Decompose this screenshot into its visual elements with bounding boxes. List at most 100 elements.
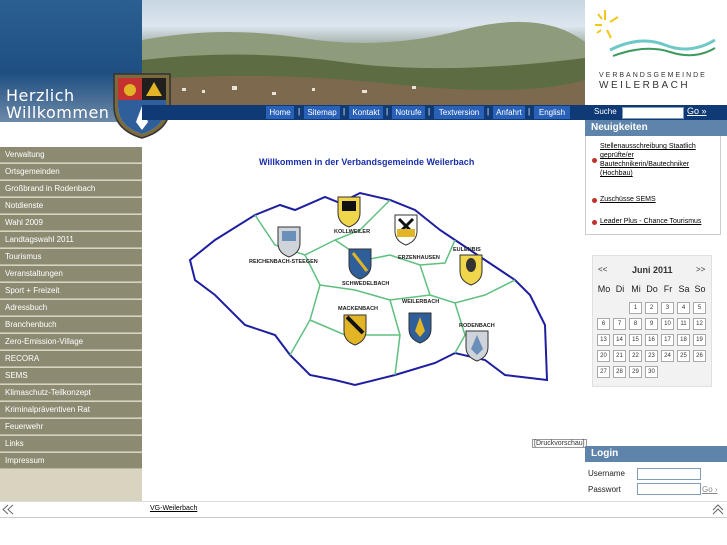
greeting-line2: Willkommen	[6, 103, 110, 122]
calendar-day[interactable]: 29	[629, 366, 642, 378]
calendar-day[interactable]: 24	[661, 350, 674, 362]
calendar-day[interactable]: 23	[645, 350, 658, 362]
nav-separator: |	[298, 107, 301, 116]
calendar-day[interactable]: 4	[677, 302, 690, 314]
login-title: Login	[585, 446, 727, 462]
bottom-bar: VG-Weilerbach	[0, 501, 727, 518]
nav-separator: |	[428, 107, 431, 116]
calendar-day[interactable]: 1	[629, 302, 642, 314]
calendar-day[interactable]: 2	[645, 302, 658, 314]
search-input[interactable]	[622, 107, 684, 119]
crest-weilerbach-icon	[408, 312, 432, 344]
sidebar-item-sems[interactable]: SEMS	[0, 368, 142, 384]
nav-separator: |	[386, 107, 389, 116]
calendar-day[interactable]: 11	[677, 318, 690, 330]
logo-text-line2: WEILERBACH	[599, 80, 691, 91]
calendar-day[interactable]: 10	[661, 318, 674, 330]
calendar-weekday: Do	[646, 284, 658, 294]
calendar-next-button[interactable]: >>	[696, 265, 705, 274]
sidebar-item-notdienste[interactable]: Notdienste	[0, 198, 142, 214]
sidebar-item-klimaschutz[interactable]: Klimaschutz-Teilkonzept	[0, 385, 142, 401]
calendar-day[interactable]: 9	[645, 318, 658, 330]
calendar-day[interactable]: 25	[677, 350, 690, 362]
news-box: Stellenausschreibung Staatlich geprüfte/…	[585, 136, 721, 235]
sidebar-item-wahl-2009[interactable]: Wahl 2009	[0, 215, 142, 231]
sidebar-item-recora[interactable]: RECORA	[0, 351, 142, 367]
nav-separator: |	[343, 107, 346, 116]
calendar-day[interactable]: 19	[693, 334, 706, 346]
calendar-day[interactable]: 27	[597, 366, 610, 378]
sidebar-item-impressum[interactable]: Impressum	[0, 453, 142, 469]
print-preview-link[interactable]: [Druckvorschau]	[532, 439, 587, 448]
nav-anfahrt[interactable]: Anfahrt	[493, 106, 525, 119]
nav-separator: |	[487, 107, 490, 116]
calendar-day[interactable]: 12	[693, 318, 706, 330]
calendar-day[interactable]: 13	[597, 334, 610, 346]
sidebar-item-zero-emission[interactable]: Zero-Emission-Village	[0, 334, 142, 350]
scroll-up-icon[interactable]	[712, 504, 724, 515]
sun-wave-logo-icon	[595, 10, 716, 57]
calendar-day[interactable]: 6	[597, 318, 610, 330]
sidebar-item-kriminal[interactable]: Kriminalpräventiven Rat	[0, 402, 142, 418]
calendar-day[interactable]: 14	[613, 334, 626, 346]
sidebar-item-links[interactable]: Links	[0, 436, 142, 452]
calendar-day[interactable]: 30	[645, 366, 658, 378]
calendar-day[interactable]: 28	[613, 366, 626, 378]
map-label-mackenbach: MACKENBACH	[338, 306, 378, 312]
calendar-day[interactable]: 18	[677, 334, 690, 346]
nav-textversion[interactable]: Textversion	[434, 106, 484, 119]
sidebar-item-ortsgemeinden[interactable]: Ortsgemeinden	[0, 164, 142, 180]
nav-separator: |	[528, 107, 531, 116]
nav-kontakt[interactable]: Kontakt	[349, 106, 383, 119]
calendar-day[interactable]: 26	[693, 350, 706, 362]
sidebar-item-grossbrand[interactable]: Großbrand in Rodenbach	[0, 181, 142, 197]
login-go-button[interactable]: Go ›	[702, 485, 718, 494]
search-go-button[interactable]: Go »	[687, 106, 707, 116]
news-item[interactable]: Stellenausschreibung Staatlich geprüfte/…	[600, 142, 710, 178]
calendar-day[interactable]: 21	[613, 350, 626, 362]
nav-english[interactable]: English	[534, 106, 570, 119]
sidebar-item-adressbuch[interactable]: Adressbuch	[0, 300, 142, 316]
password-input[interactable]	[637, 483, 701, 495]
map-label-weilerbach: WEILERBACH	[402, 299, 439, 305]
calendar-weekday: Mo	[597, 284, 611, 294]
news-item[interactable]: Zuschüsse SEMS	[600, 195, 656, 204]
municipality-map[interactable]: KOLLWEILER REICHENBACH-STEEGEN ERZENHAUS…	[185, 185, 565, 400]
calendar-day[interactable]: 5	[693, 302, 706, 314]
news-item[interactable]: Leader Plus - Chance Tourismus	[600, 217, 701, 226]
sidebar-item-sport[interactable]: Sport + Freizeit	[0, 283, 142, 299]
calendar-weekday: So	[694, 284, 706, 294]
calendar-day[interactable]: 16	[645, 334, 658, 346]
crest-kollweiler-icon	[337, 196, 361, 228]
sidebar-item-branchenbuch[interactable]: Branchenbuch	[0, 317, 142, 333]
calendar-day[interactable]: 22	[629, 350, 642, 362]
nav-home[interactable]: Home	[266, 106, 294, 119]
username-input[interactable]	[637, 468, 701, 480]
login-form: Username Passwort Go ›	[585, 462, 727, 502]
calendar-month: Juni 2011	[632, 265, 673, 275]
sidebar-item-veranstaltungen[interactable]: Veranstaltungen	[0, 266, 142, 282]
map-label-rodenbach: RODENBACH	[459, 323, 495, 329]
password-label: Passwort	[588, 485, 621, 494]
sidebar-item-feuerwehr[interactable]: Feuerwehr	[0, 419, 142, 435]
calendar-day[interactable]: 7	[613, 318, 626, 330]
calendar-day[interactable]: 20	[597, 350, 610, 362]
panorama-image	[142, 0, 585, 105]
crest-rodenbach-icon	[465, 330, 489, 362]
nav-notrufe[interactable]: Notrufe	[392, 106, 425, 119]
footer-link[interactable]: VG-Weilerbach	[150, 505, 197, 512]
news-bullet-icon	[592, 198, 597, 203]
calendar-day[interactable]: 15	[629, 334, 642, 346]
sidebar-item-landtagswahl[interactable]: Landtagswahl 2011	[0, 232, 142, 248]
sidebar-item-tourismus[interactable]: Tourismus	[0, 249, 142, 265]
crest-reichenbach-icon	[277, 226, 301, 258]
crest-schwedelbach-icon	[348, 248, 372, 280]
sidebar-item-verwaltung[interactable]: Verwaltung	[0, 147, 142, 163]
calendar-day[interactable]: 3	[661, 302, 674, 314]
calendar-weekday: Sa	[678, 284, 690, 294]
calendar-day[interactable]: 8	[629, 318, 642, 330]
collapse-left-icon[interactable]	[2, 504, 14, 515]
calendar-day[interactable]: 17	[661, 334, 674, 346]
nav-sitemap[interactable]: Sitemap	[304, 106, 340, 119]
calendar-prev-button[interactable]: <<	[598, 265, 607, 274]
